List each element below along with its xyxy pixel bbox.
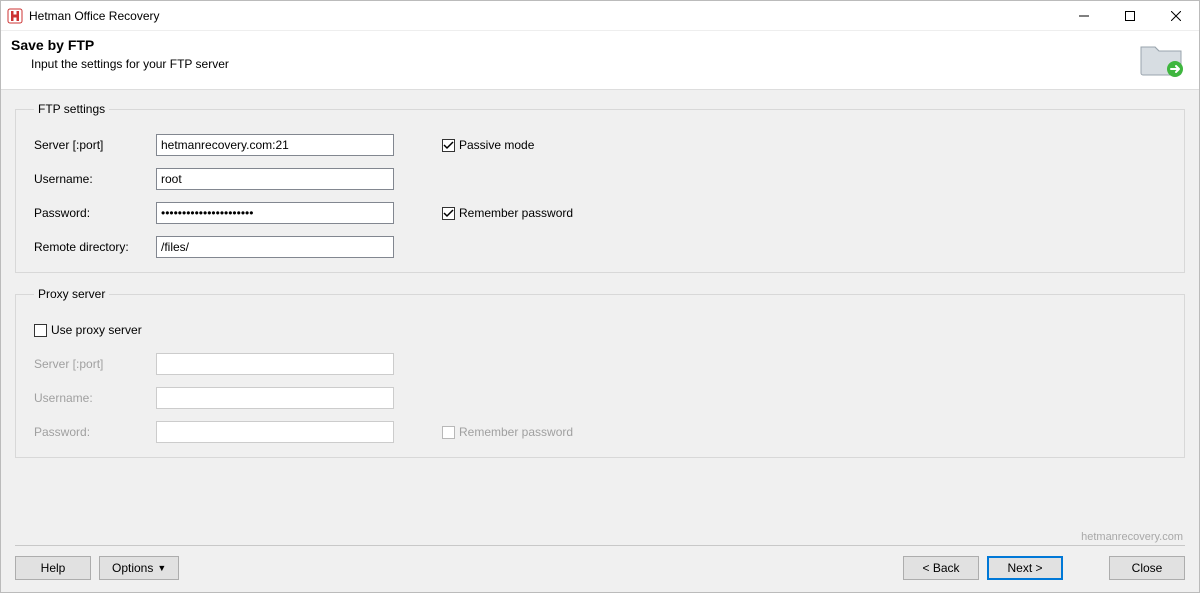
titlebar: Hetman Office Recovery [1, 1, 1199, 31]
checkbox-icon [442, 207, 455, 220]
proxy-remember-password-checkbox: Remember password [442, 425, 573, 439]
options-button[interactable]: Options▼ [99, 556, 179, 580]
checkbox-icon [34, 324, 47, 337]
minimize-button[interactable] [1061, 1, 1107, 30]
ftp-settings-legend: FTP settings [34, 102, 109, 116]
proxy-username-label: Username: [34, 391, 156, 405]
use-proxy-checkbox[interactable]: Use proxy server [34, 323, 142, 337]
ftp-username-input[interactable] [156, 168, 394, 190]
window-controls [1061, 1, 1199, 30]
next-button[interactable]: Next > [987, 556, 1063, 580]
passive-mode-label: Passive mode [459, 138, 534, 152]
proxy-server-label: Server [:port] [34, 357, 156, 371]
folder-ftp-icon [1137, 37, 1185, 79]
window-title: Hetman Office Recovery [29, 9, 160, 23]
proxy-server-input [156, 353, 394, 375]
close-window-button[interactable] [1153, 1, 1199, 30]
passive-mode-checkbox[interactable]: Passive mode [442, 138, 534, 152]
ftp-password-label: Password: [34, 206, 156, 220]
ftp-settings-group: FTP settings Server [:port] Passive mode… [15, 102, 1185, 273]
remember-password-label: Remember password [459, 206, 573, 220]
maximize-button[interactable] [1107, 1, 1153, 30]
remember-password-checkbox[interactable]: Remember password [442, 206, 573, 220]
proxy-remember-password-label: Remember password [459, 425, 573, 439]
proxy-username-input [156, 387, 394, 409]
brand-link[interactable]: hetmanrecovery.com [15, 531, 1185, 543]
ftp-remote-dir-input[interactable] [156, 236, 394, 258]
proxy-server-legend: Proxy server [34, 287, 109, 301]
proxy-password-input [156, 421, 394, 443]
page-title: Save by FTP [11, 37, 1137, 53]
back-button[interactable]: < Back [903, 556, 979, 580]
wizard-body: FTP settings Server [:port] Passive mode… [1, 89, 1199, 592]
proxy-password-label: Password: [34, 425, 156, 439]
help-button[interactable]: Help [15, 556, 91, 580]
wizard-header: Save by FTP Input the settings for your … [1, 31, 1199, 89]
ftp-server-input[interactable] [156, 134, 394, 156]
checkbox-icon [442, 139, 455, 152]
ftp-password-input[interactable] [156, 202, 394, 224]
separator [15, 545, 1185, 546]
checkbox-icon [442, 426, 455, 439]
button-row: Help Options▼ < Back Next > Close [15, 556, 1185, 584]
ftp-remote-dir-label: Remote directory: [34, 240, 156, 254]
app-window: Hetman Office Recovery Save by FTP Input… [0, 0, 1200, 593]
use-proxy-label: Use proxy server [51, 323, 142, 337]
ftp-server-label: Server [:port] [34, 138, 156, 152]
ftp-username-label: Username: [34, 172, 156, 186]
proxy-server-group: Proxy server Use proxy server Server [:p… [15, 287, 1185, 458]
page-subtitle: Input the settings for your FTP server [31, 57, 1137, 71]
chevron-down-icon: ▼ [157, 563, 166, 573]
app-icon [7, 8, 23, 24]
close-button[interactable]: Close [1109, 556, 1185, 580]
